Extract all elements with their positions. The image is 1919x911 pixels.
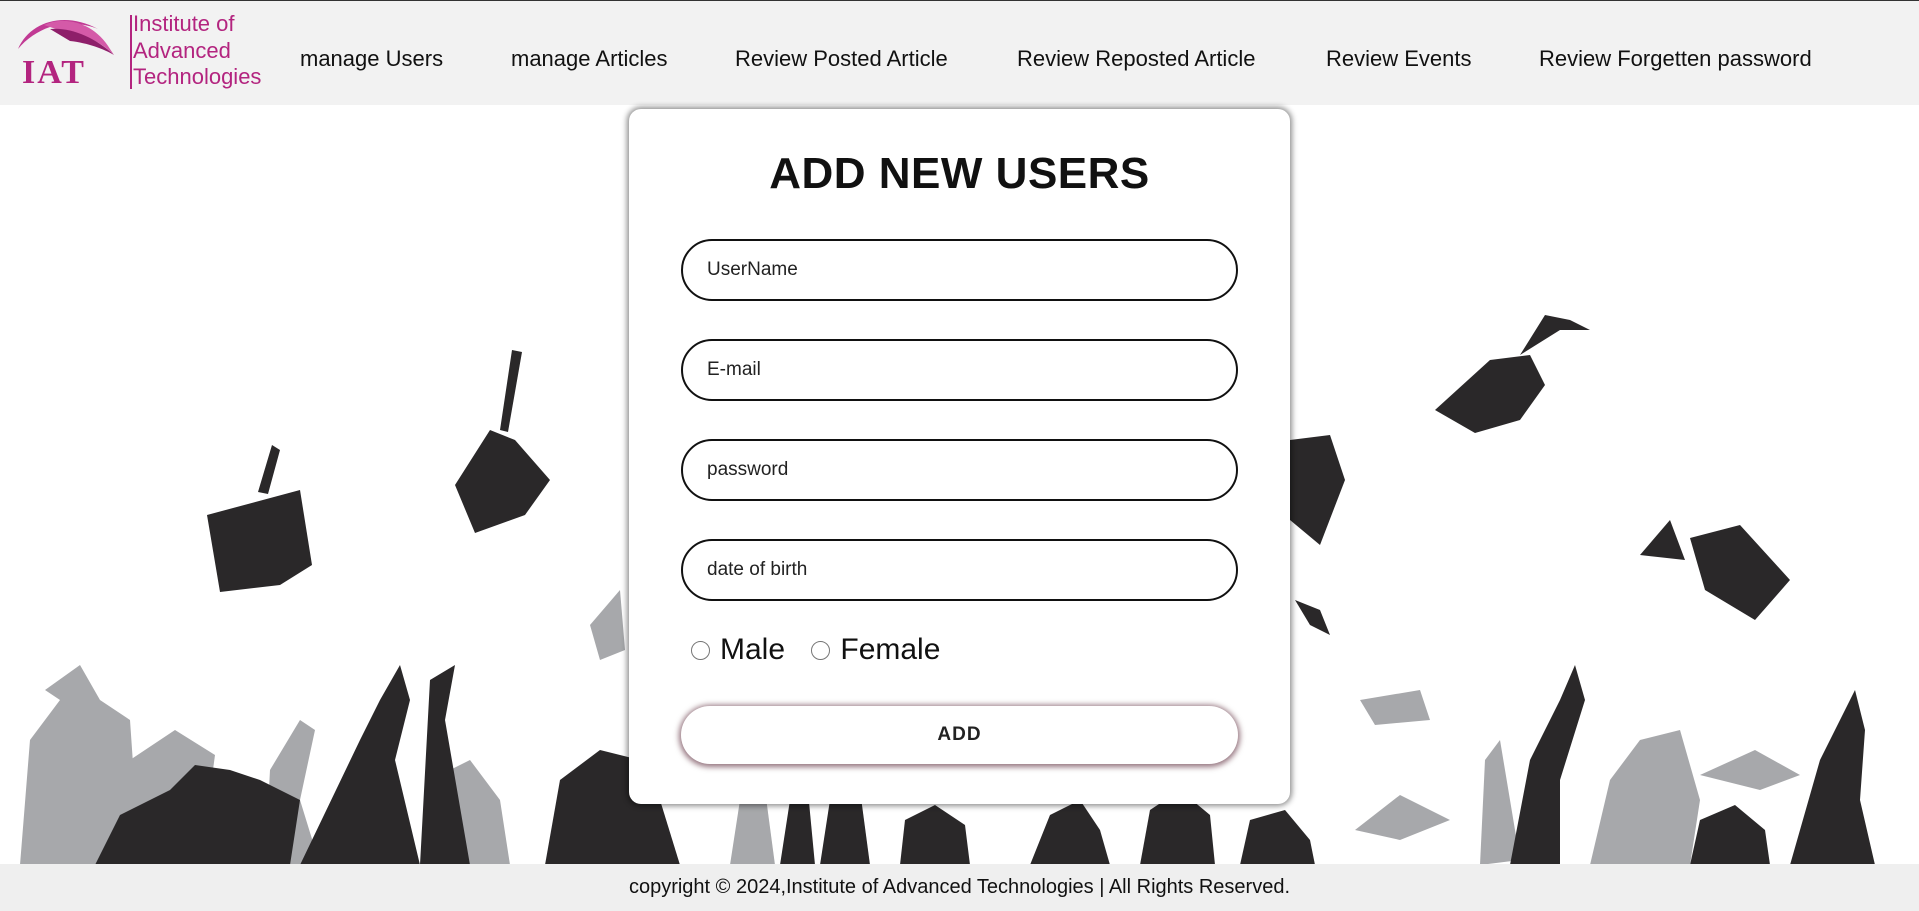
username-input[interactable] (681, 239, 1238, 301)
male-label: Male (720, 633, 786, 666)
male-radio[interactable] (691, 640, 710, 660)
nav-review-reposted-article[interactable]: Review Reposted Article (1017, 46, 1255, 72)
nav-review-posted-article[interactable]: Review Posted Article (735, 46, 948, 72)
top-navbar: IAT Institute of Advanced Technologies m… (0, 0, 1919, 105)
add-user-button[interactable]: ADD (681, 706, 1238, 764)
female-label: Female (840, 633, 941, 666)
nav-review-forgotten-password[interactable]: Review Forgetten password (1539, 46, 1812, 72)
nav-manage-users[interactable]: manage Users (300, 46, 443, 72)
main-nav: manage Users manage Articles Review Post… (0, 1, 1919, 106)
female-radio[interactable] (811, 640, 831, 660)
footer: copyright © 2024,Institute of Advanced T… (0, 864, 1919, 911)
password-input[interactable] (681, 439, 1238, 501)
nav-review-events[interactable]: Review Events (1326, 46, 1472, 72)
nav-manage-articles[interactable]: manage Articles (511, 46, 668, 72)
gender-option-male[interactable]: Male (691, 633, 785, 667)
form-title: ADD NEW USERS (769, 149, 1150, 198)
gender-option-female[interactable]: Female (811, 633, 940, 667)
date-of-birth-input[interactable] (681, 539, 1238, 601)
copyright-text: copyright © 2024,Institute of Advanced T… (628, 876, 1291, 898)
add-user-form-card: ADD NEW USERS Male Female ADD (629, 109, 1290, 804)
email-input[interactable] (681, 339, 1238, 401)
gender-radio-group: Male Female (691, 633, 958, 673)
